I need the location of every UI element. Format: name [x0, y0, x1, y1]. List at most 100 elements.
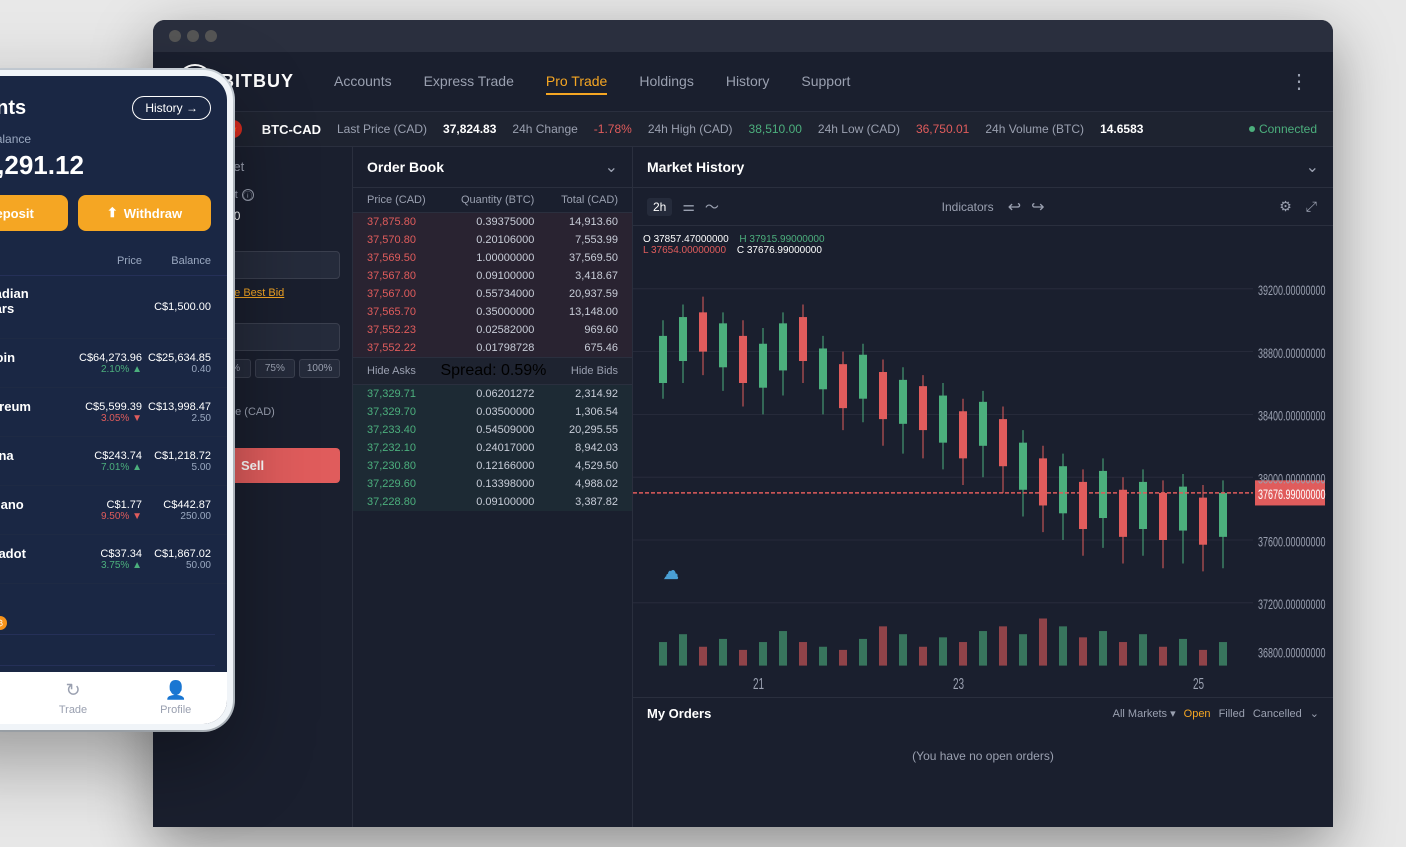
ask-row[interactable]: 37,565.70 0.35000000 13,148.00 — [353, 303, 632, 321]
logo-text: BITBUY — [221, 71, 294, 92]
asset-balance-col: C$1,867.02 50.00 — [142, 548, 211, 571]
bid-qty: 0.03500000 — [451, 406, 535, 418]
ask-total: 7,553.99 — [534, 234, 618, 246]
all-markets-filter[interactable]: All Markets ▾ — [1113, 707, 1176, 720]
nav-link-support[interactable]: Support — [801, 69, 850, 95]
bid-row[interactable]: 37,230.80 0.12166000 4,529.50 — [353, 457, 632, 475]
asset-price-col: C$64,273.96 2.10% ▲ — [73, 352, 142, 375]
asset-price-col: C$37.34 3.75% ▲ — [73, 548, 142, 571]
indicators-btn[interactable]: Indicators — [942, 200, 994, 214]
chart-controls: 2h ⚌ 〜 Indicators ↩ ↪ ⚙ ⤢ — [633, 188, 1333, 226]
ticker-low-label: 24h Low (CAD) — [818, 122, 900, 136]
bid-row[interactable]: 37,329.71 0.06201272 2,314.92 — [353, 385, 632, 403]
chart-wave-icon[interactable]: 〜 — [705, 197, 719, 217]
asset-name: Solana — [0, 448, 14, 463]
asset-price-col: C$5,599.39 3.05% ▼ — [73, 401, 142, 424]
asset-info: 🇨🇦 Canadian Dollars CAD — [0, 286, 73, 328]
ask-qty: 0.39375000 — [451, 216, 535, 228]
svg-text:21: 21 — [753, 675, 764, 693]
asset-balance-col: C$1,218.72 5.00 — [142, 450, 211, 473]
asset-name: Ethereum — [0, 399, 31, 414]
bid-total: 4,529.50 — [534, 460, 618, 472]
asset-price-col: C$243.74 7.01% ▲ — [73, 450, 142, 473]
asset-ticker: SOL — [0, 463, 14, 475]
ticker-pair[interactable]: BTC-CAD — [262, 122, 321, 137]
order-book-chevron[interactable]: ⌄ — [605, 157, 618, 177]
nav-link-history[interactable]: History — [726, 69, 770, 95]
asset-balance-col: C$25,634.85 0.40 — [142, 352, 211, 375]
asset-balance-cad: C$1,867.02 — [142, 548, 211, 560]
phone-nav-profile[interactable]: 👤 Profile — [124, 680, 227, 716]
ask-row[interactable]: 37,552.23 0.02582000 969.60 — [353, 321, 632, 339]
bid-price: 37,233.40 — [367, 424, 451, 436]
asset-price: C$64,273.96 — [73, 352, 142, 364]
hide-bids-btn[interactable]: Hide Bids — [571, 365, 618, 377]
phone-nav-accounts[interactable]: ⌂ Accounts — [0, 680, 22, 716]
redo-icon[interactable]: ↪ — [1031, 197, 1044, 217]
browser-window: C BITBUY Accounts Express Trade Pro Trad… — [153, 20, 1333, 827]
phone-nav-trade[interactable]: ↻ Trade — [22, 680, 125, 716]
ask-qty: 0.01798728 — [451, 342, 535, 354]
ask-row[interactable]: 37,569.50 1.00000000 37,569.50 — [353, 249, 632, 267]
timeframe-2h[interactable]: 2h — [647, 198, 672, 216]
my-orders-header-row: My Orders All Markets ▾ Open Filled Canc… — [647, 706, 1319, 721]
bid-row[interactable]: 37,229.60 0.13398000 4,988.02 — [353, 475, 632, 493]
fullscreen-icon[interactable]: ⤢ — [1304, 196, 1319, 217]
phone-accounts-header: Accounts History → — [0, 76, 227, 132]
ticker-bar: ☰ ₿ 🍁 BTC-CAD Last Price (CAD) 37,824.83… — [153, 112, 1333, 147]
pct-75-btn[interactable]: 75% — [255, 359, 296, 378]
bid-row[interactable]: 37,329.70 0.03500000 1,306.54 — [353, 403, 632, 421]
bid-row[interactable]: 37,232.10 0.24017000 8,942.03 — [353, 439, 632, 457]
bid-row[interactable]: 37,228.80 0.09100000 3,387.82 — [353, 493, 632, 511]
ask-row[interactable]: 37,552.22 0.01798728 675.46 — [353, 339, 632, 357]
ask-row[interactable]: 37,570.80 0.20106000 7,553.99 — [353, 231, 632, 249]
ask-row[interactable]: 37,875.80 0.39375000 14,913.60 — [353, 213, 632, 231]
phone-asset-row[interactable]: ● Polkadot DOT C$37.34 3.75% ▲ C$1,867.0… — [0, 535, 227, 584]
my-orders-chevron[interactable]: ⌄ — [1310, 707, 1319, 720]
asset-balance-coin: 50.00 — [142, 560, 211, 571]
phone-asset-row[interactable]: ₳ Cardano ADA C$1.77 9.50% ▼ C$442.87 25… — [0, 486, 227, 535]
phone-asset-row[interactable]: ◎ Solana SOL C$243.74 7.01% ▲ C$1,218.72… — [0, 437, 227, 486]
nav-link-pro-trade[interactable]: Pro Trade — [546, 69, 607, 95]
trade-icon: ↻ — [65, 680, 80, 701]
svg-text:38000.00000000: 38000.00000000 — [1258, 470, 1326, 487]
filled-filter[interactable]: Filled — [1219, 708, 1245, 720]
asset-price: C$1.77 — [73, 499, 142, 511]
cancelled-filter[interactable]: Cancelled — [1253, 708, 1302, 720]
asset-change: 3.05% ▼ — [73, 413, 142, 424]
nav-link-accounts[interactable]: Accounts — [334, 69, 392, 95]
connected-dot — [1249, 126, 1255, 132]
bid-price: 37,232.10 — [367, 442, 451, 454]
ask-row[interactable]: 37,567.00 0.55734000 20,937.59 — [353, 285, 632, 303]
phone-deposit-button[interactable]: ⬇ Deposit — [0, 195, 68, 231]
bid-row[interactable]: 37,233.40 0.54509000 20,295.55 — [353, 421, 632, 439]
open-filter[interactable]: Open — [1184, 708, 1211, 720]
ask-total: 969.60 — [534, 324, 618, 336]
nav-bar: C BITBUY Accounts Express Trade Pro Trad… — [153, 52, 1333, 112]
phone-history-button[interactable]: History → — [132, 96, 211, 120]
hide-asks-btn[interactable]: Hide Asks — [367, 365, 416, 377]
my-orders-panel: My Orders All Markets ▾ Open Filled Canc… — [633, 697, 1333, 827]
phone-withdraw-button[interactable]: ⬆ Withdraw — [78, 195, 211, 231]
settings-icon[interactable]: ⚙ — [1277, 196, 1294, 217]
main-content: Limit Market Purchase Limit ⓘ CAD $10000… — [153, 147, 1333, 827]
ask-row[interactable]: 37,567.80 0.09100000 3,418.67 — [353, 267, 632, 285]
nav-link-express-trade[interactable]: Express Trade — [424, 69, 514, 95]
phone-history-section: :50:47 pm Volume (BTC) 0.01379532 ₿ :49:… — [0, 584, 227, 672]
phone-asset-row[interactable]: Ξ Ethereum ETH C$5,599.39 3.05% ▼ C$13,9… — [0, 388, 227, 437]
nav-link-holdings[interactable]: Holdings — [639, 69, 693, 95]
asset-change: 3.75% ▲ — [73, 560, 142, 571]
history-item-1: :50:47 pm Volume (BTC) 0.01379532 ₿ — [0, 590, 215, 635]
asset-balance-cad: C$1,500.00 — [142, 301, 211, 313]
chart-type-icon[interactable]: ⚌ — [682, 198, 695, 215]
market-history-chevron[interactable]: ⌄ — [1306, 157, 1319, 177]
phone-asset-row[interactable]: ₿ Bitcoin BTC C$64,273.96 2.10% ▲ C$25,6… — [0, 339, 227, 388]
more-options-icon[interactable]: ⋮ — [1289, 69, 1309, 94]
asset-name-col: Cardano ADA — [0, 497, 24, 524]
btc-icon-small: ₿ — [0, 616, 7, 630]
bid-total: 1,306.54 — [534, 406, 618, 418]
pct-100-btn[interactable]: 100% — [299, 359, 340, 378]
phone-asset-row[interactable]: 🇨🇦 Canadian Dollars CAD C$1,500.00 — [0, 276, 227, 339]
ticker-change-label: 24h Change — [512, 122, 577, 136]
undo-icon[interactable]: ↩ — [1008, 197, 1021, 217]
